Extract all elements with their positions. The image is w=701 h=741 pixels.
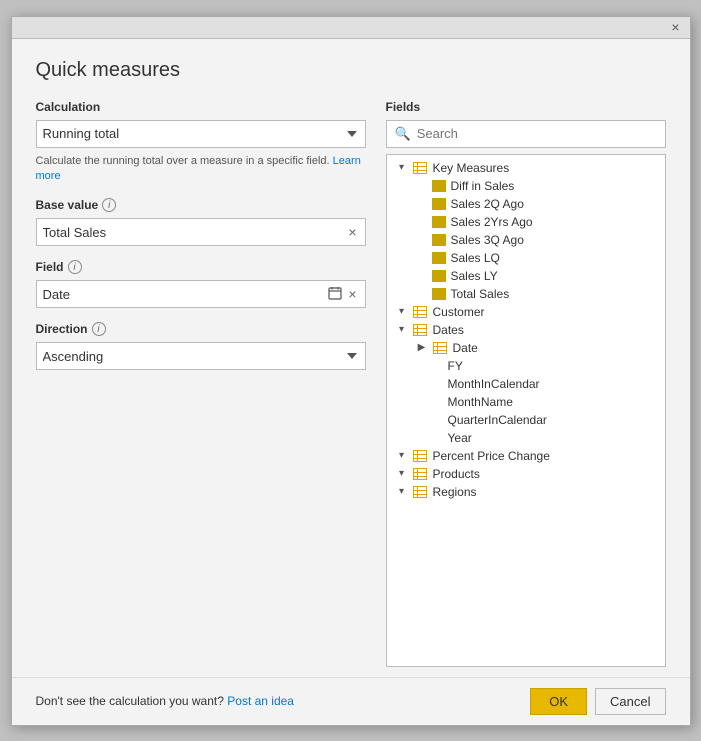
tree-item-label: Sales 2Q Ago — [451, 197, 524, 211]
dialog-footer: Don't see the calculation you want? Post… — [12, 677, 690, 725]
chevron-icon: ▾ — [395, 450, 409, 461]
table-icon — [412, 467, 428, 481]
calculation-label: Calculation — [36, 100, 366, 114]
chevron-icon: ▾ — [395, 324, 409, 335]
field-label: Field i — [36, 260, 366, 274]
tree-leaf-item[interactable]: Sales LY — [387, 267, 665, 285]
tree-leaf-item[interactable]: Sales 2Yrs Ago — [387, 213, 665, 231]
helper-text: Calculate the running total over a measu… — [36, 154, 366, 185]
tree-leaf-item[interactable]: Year — [387, 429, 665, 447]
tree-item-label: Customer — [433, 305, 485, 319]
tree-item-label: Diff in Sales — [451, 179, 515, 193]
table-icon — [412, 161, 428, 175]
tree-item-label: QuarterInCalendar — [448, 413, 547, 427]
table-icon — [412, 485, 428, 499]
tree-group-item[interactable]: ▾ Customer — [387, 303, 665, 321]
dialog-content: Quick measures Calculation Running total… — [12, 39, 690, 667]
tree-group-item[interactable]: ▾ Percent Price Change — [387, 447, 665, 465]
chevron-icon: ▾ — [395, 162, 409, 173]
post-idea-link[interactable]: Post an idea — [227, 694, 294, 708]
field-clear-button[interactable]: × — [346, 287, 358, 301]
base-value-label: Base value i — [36, 198, 366, 212]
tree-leaf-item[interactable]: Diff in Sales — [387, 177, 665, 195]
tree-item-label: Dates — [433, 323, 464, 337]
footer-link-text: Don't see the calculation you want? Post… — [36, 694, 294, 708]
quick-measures-dialog: × Quick measures Calculation Running tot… — [11, 16, 691, 726]
close-button[interactable]: × — [667, 18, 683, 36]
chevron-icon: ▶ — [415, 342, 429, 353]
tree-leaf-item[interactable]: Sales LQ — [387, 249, 665, 267]
tree-item-label: Percent Price Change — [433, 449, 550, 463]
search-input[interactable] — [417, 126, 657, 141]
fields-tree[interactable]: ▾ Key Measures Diff in Sales Sales 2Q Ago S… — [386, 154, 666, 667]
chevron-icon: ▾ — [395, 306, 409, 317]
tree-item-label: Total Sales — [451, 287, 510, 301]
tree-group-item[interactable]: ▾ Dates — [387, 321, 665, 339]
ok-button[interactable]: OK — [530, 688, 587, 715]
base-value-info-icon: i — [102, 198, 116, 212]
measure-icon — [432, 198, 446, 210]
footer-buttons: OK Cancel — [530, 688, 665, 715]
field-input[interactable] — [43, 287, 329, 302]
measure-icon — [432, 216, 446, 228]
measure-icon — [432, 252, 446, 264]
tree-item-label: Key Measures — [433, 161, 510, 175]
right-panel: Fields 🔍 ▾ Key Measures Diff in Sales Sale… — [386, 100, 666, 667]
tree-item-label: Year — [448, 431, 472, 445]
chevron-icon: ▾ — [395, 486, 409, 497]
table-icon — [412, 305, 428, 319]
tree-group-item[interactable]: ▾ Key Measures — [387, 159, 665, 177]
tree-item-label: Date — [453, 341, 478, 355]
field-info-icon: i — [68, 260, 82, 274]
base-value-input[interactable] — [43, 225, 347, 240]
measure-icon — [432, 288, 446, 300]
dialog-titlebar: × — [12, 17, 690, 39]
tree-leaf-item[interactable]: Sales 3Q Ago — [387, 231, 665, 249]
cancel-button[interactable]: Cancel — [595, 688, 665, 715]
tree-leaf-item[interactable]: MonthInCalendar — [387, 375, 665, 393]
tree-group-item[interactable]: ▾ Products — [387, 465, 665, 483]
base-value-input-wrapper: × — [36, 218, 366, 246]
tree-leaf-item[interactable]: Sales 2Q Ago — [387, 195, 665, 213]
left-panel: Calculation Running total Calculate the … — [36, 100, 366, 667]
base-value-clear-button[interactable]: × — [346, 225, 358, 239]
calendar-icon — [328, 286, 342, 303]
tree-group-item[interactable]: ▾ Regions — [387, 483, 665, 501]
table-icon — [412, 323, 428, 337]
table-icon — [432, 341, 448, 355]
tree-item-label: MonthInCalendar — [448, 377, 540, 391]
tree-leaf-item[interactable]: QuarterInCalendar — [387, 411, 665, 429]
tree-item-label: MonthName — [448, 395, 513, 409]
chevron-icon: ▾ — [395, 468, 409, 479]
measure-icon — [432, 180, 446, 192]
tree-item-label: Sales LQ — [451, 251, 500, 265]
fields-label: Fields — [386, 100, 666, 114]
tree-item-label: Regions — [433, 485, 477, 499]
calculation-select[interactable]: Running total — [36, 120, 366, 148]
direction-label: Direction i — [36, 322, 366, 336]
dialog-title: Quick measures — [36, 59, 666, 82]
tree-leaf-item[interactable]: Total Sales — [387, 285, 665, 303]
tree-item-label: FY — [448, 359, 463, 373]
main-area: Calculation Running total Calculate the … — [36, 100, 666, 667]
direction-info-icon: i — [92, 322, 106, 336]
direction-select[interactable]: Ascending Descending — [36, 342, 366, 370]
table-icon — [412, 449, 428, 463]
measure-icon — [432, 270, 446, 282]
tree-leaf-item[interactable]: FY — [387, 357, 665, 375]
search-box: 🔍 — [386, 120, 666, 148]
tree-item-label: Products — [433, 467, 480, 481]
measure-icon — [432, 234, 446, 246]
search-icon: 🔍 — [395, 126, 411, 142]
tree-item-label: Sales LY — [451, 269, 498, 283]
tree-leaf-item[interactable]: ▶ Date — [387, 339, 665, 357]
tree-leaf-item[interactable]: MonthName — [387, 393, 665, 411]
field-input-wrapper: × — [36, 280, 366, 308]
tree-item-label: Sales 2Yrs Ago — [451, 215, 533, 229]
tree-item-label: Sales 3Q Ago — [451, 233, 524, 247]
